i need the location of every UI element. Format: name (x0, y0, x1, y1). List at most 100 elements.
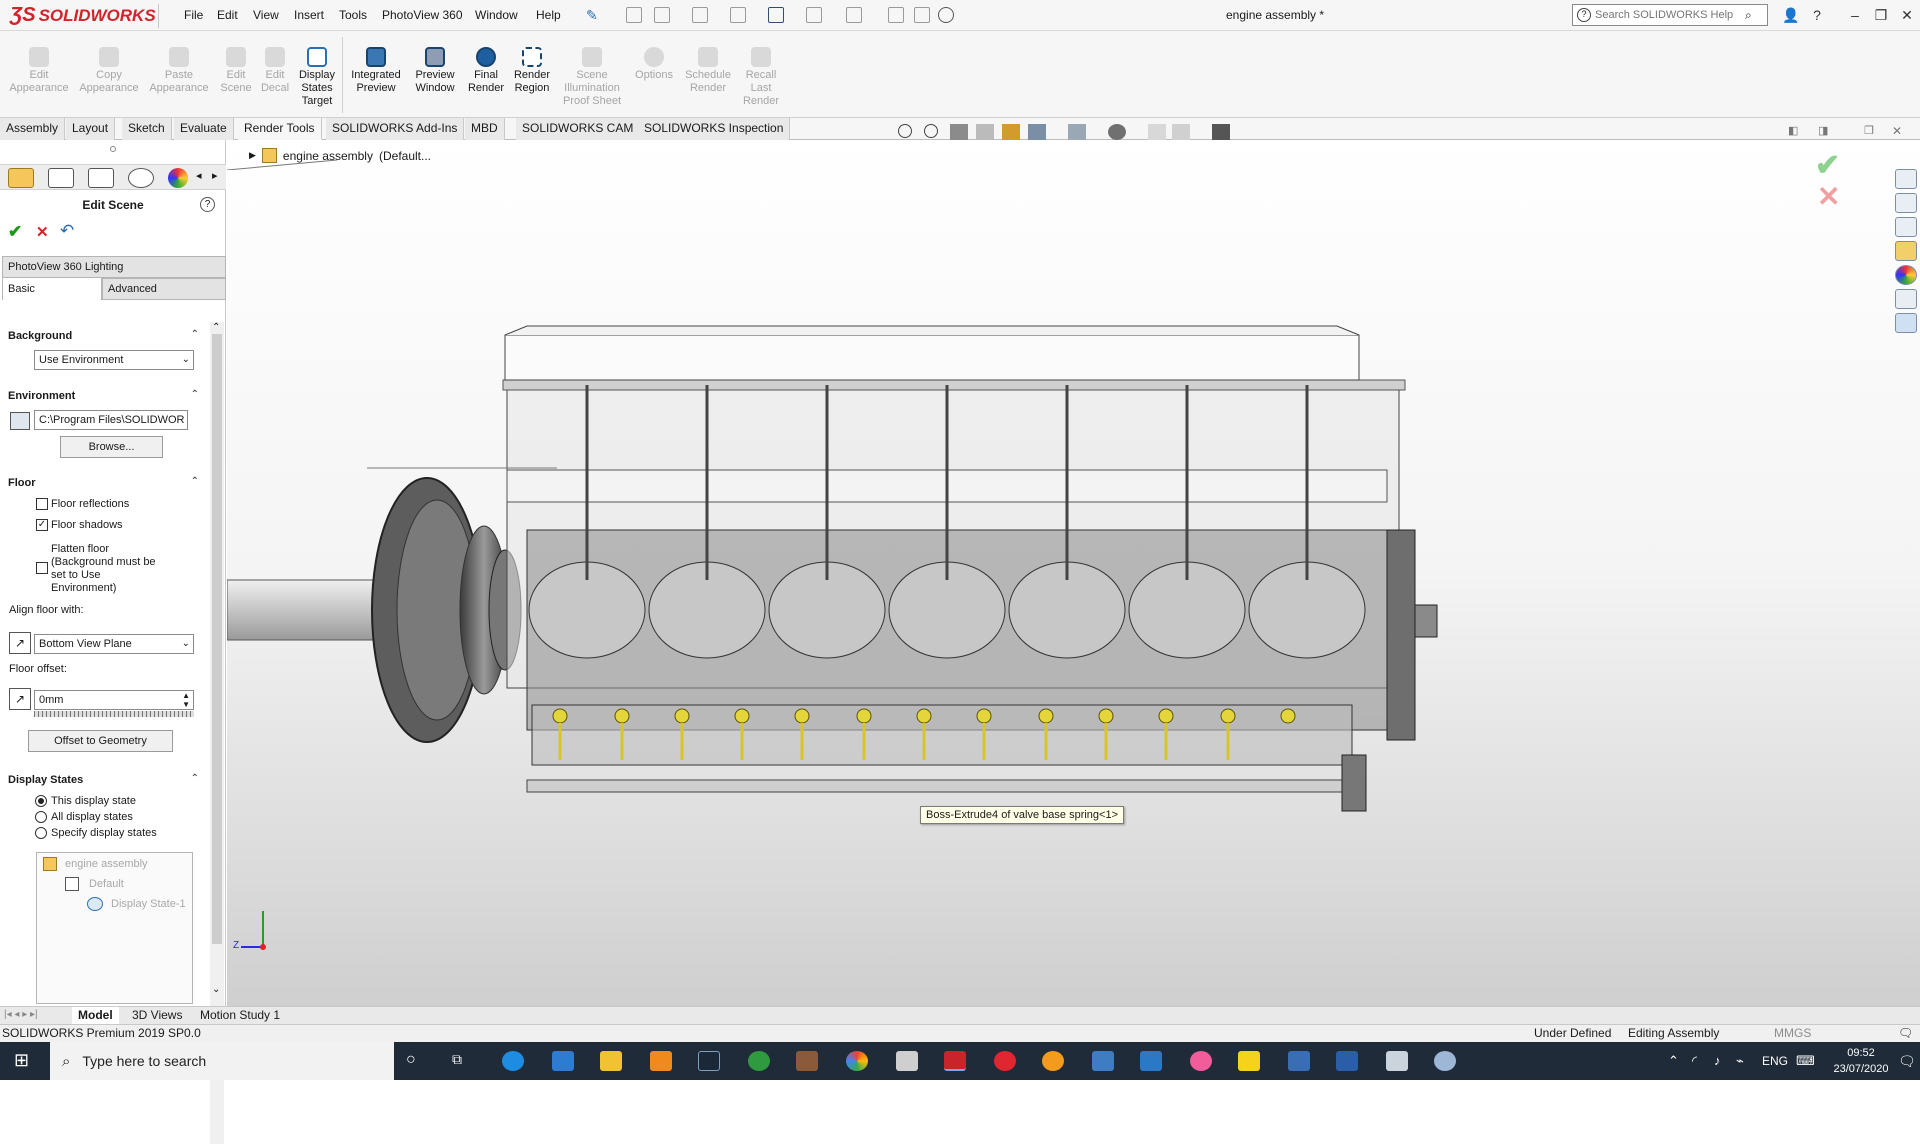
schedule-render-button[interactable]: Schedule Render (680, 47, 736, 95)
pin-icon[interactable]: ✎ (586, 0, 598, 31)
collapse-environment-icon[interactable]: ⌃ (191, 389, 199, 400)
offset-direction-icon[interactable]: ↗ (9, 688, 31, 710)
collapse-background-icon[interactable]: ⌃ (191, 329, 199, 340)
network-icon[interactable]: ⌁ (1736, 1042, 1744, 1080)
edit-scene-button[interactable]: Edit Scene (216, 47, 256, 95)
display-states-target-button[interactable]: Display States Target (294, 47, 340, 108)
home-icon[interactable] (626, 7, 642, 23)
photos-icon[interactable] (1336, 1051, 1358, 1071)
itunes-icon[interactable] (1190, 1051, 1212, 1071)
file-explorer-taskbar-icon[interactable] (600, 1051, 622, 1071)
previous-view-icon[interactable] (950, 124, 968, 140)
search-icon[interactable]: ⌕ (1745, 8, 1752, 23)
edit-appearance-hud-icon[interactable] (1148, 124, 1166, 140)
tab-scroll-arrows-icon[interactable]: |◂ ◂ ▸ ▸| (4, 1009, 38, 1020)
task-view-icon[interactable]: ⧉ (452, 1051, 462, 1068)
display-manager-tab-icon[interactable] (168, 168, 188, 188)
tab-assembly[interactable]: Assembly (0, 118, 66, 140)
status-units[interactable]: MMGS (1774, 1025, 1811, 1042)
property-manager-tab-icon[interactable] (48, 168, 74, 188)
search-input[interactable] (1595, 9, 1745, 21)
tray-expand-icon[interactable]: ⌃ (1668, 1042, 1679, 1080)
offset-thumbwheel[interactable] (34, 711, 194, 717)
scroll-up-icon[interactable]: ⌃ (212, 322, 220, 333)
scrollbar-thumb[interactable] (212, 334, 222, 944)
remote-desktop-icon[interactable] (1386, 1051, 1408, 1071)
game-launcher-icon[interactable] (796, 1051, 818, 1071)
tab-sketch[interactable]: Sketch (122, 118, 172, 140)
dynamic-annotation-icon[interactable] (1002, 124, 1020, 140)
menu-insert[interactable]: Insert (294, 0, 324, 31)
menu-edit[interactable]: Edit (217, 0, 238, 31)
offset-to-geometry-button[interactable]: Offset to Geometry (28, 730, 173, 752)
floor-offset-input[interactable]: 0mm ▲ ▼ (34, 690, 194, 710)
tab-basic[interactable]: Basic (2, 278, 102, 300)
menu-help[interactable]: Help (536, 0, 561, 31)
background-select[interactable]: Use Environment ⌄ (34, 350, 194, 370)
steam-icon[interactable] (698, 1051, 720, 1071)
tab-3d-views[interactable]: 3D Views (126, 1007, 188, 1025)
tabs-scroll-left-icon[interactable]: ◂ (196, 169, 202, 182)
solidworks-logo[interactable]: ƷS SOLIDWORKS (10, 2, 156, 29)
windows-start-icon[interactable]: ⊞ (14, 1050, 29, 1071)
volume-icon[interactable]: ♪ (1714, 1042, 1721, 1080)
notifications-icon[interactable]: 🗨 (1898, 1042, 1916, 1080)
globe-app-icon[interactable] (1042, 1051, 1064, 1071)
options-button[interactable]: Options (630, 47, 678, 82)
status-comment-icon[interactable]: 🗨 (1898, 1025, 1913, 1042)
tile-right-icon[interactable]: ◨ (1818, 124, 1828, 137)
cortana-icon[interactable]: ○ (406, 1051, 416, 1069)
tile-left-icon[interactable]: ◧ (1788, 124, 1798, 137)
undo-icon[interactable] (806, 7, 822, 23)
tab-motion-study-1[interactable]: Motion Study 1 (194, 1007, 286, 1025)
save-icon[interactable] (730, 7, 746, 23)
zoom-to-area-icon[interactable] (924, 124, 938, 138)
menu-photoview360[interactable]: PhotoView 360 (382, 0, 463, 31)
environment-path-field[interactable]: C:\Program Files\SOLIDWOR (34, 410, 188, 430)
select-icon[interactable] (846, 7, 862, 23)
tabs-scroll-right-icon[interactable]: ▸ (212, 169, 218, 182)
spin-arrows-icon[interactable]: ▲ ▼ (182, 691, 190, 709)
all-display-states-radio[interactable] (35, 811, 47, 823)
undo-arrow-icon[interactable]: ↶ (60, 221, 74, 241)
menu-tools[interactable]: Tools (339, 0, 367, 31)
recall-last-render-button[interactable]: Recall Last Render (738, 47, 784, 108)
clock[interactable]: 09:52 23/07/2020 (1830, 1045, 1892, 1077)
restore-icon[interactable]: ❐ (1868, 0, 1894, 31)
new-document-icon[interactable] (654, 7, 670, 23)
solidworks-resources-icon[interactable] (1895, 169, 1917, 189)
floor-reflections-checkbox[interactable] (36, 498, 48, 510)
minimize-icon[interactable]: – (1842, 0, 1868, 31)
tab-render-tools[interactable]: Render Tools (238, 118, 322, 140)
solidworks-forum-icon[interactable] (1895, 313, 1917, 333)
tab-evaluate[interactable]: Evaluate (174, 118, 234, 140)
final-render-button[interactable]: Final Render (462, 47, 510, 95)
paste-appearance-button[interactable]: Paste Appearance (148, 47, 210, 95)
tab-mbd[interactable]: MBD (465, 118, 505, 140)
view-palette-icon[interactable] (1895, 241, 1917, 261)
feature-manager-tab-icon[interactable] (8, 168, 34, 188)
sourcetree-icon[interactable] (1140, 1051, 1162, 1071)
edit-appearance-button[interactable]: Edit Appearance (8, 47, 70, 95)
integrated-preview-button[interactable]: Integrated Preview (344, 47, 408, 95)
help-icon[interactable]: ? (1804, 0, 1830, 31)
appearances-scenes-decals-icon[interactable] (1895, 265, 1917, 285)
tab-solidworks-cam[interactable]: SOLIDWORKS CAM (516, 118, 641, 140)
tab-model[interactable]: Model (72, 1007, 119, 1025)
flatten-floor-checkbox[interactable] (36, 562, 48, 574)
tab-layout[interactable]: Layout (66, 118, 116, 140)
sticky-notes-icon[interactable] (1238, 1051, 1260, 1071)
configuration-manager-tab-icon[interactable] (88, 168, 114, 188)
wifi-icon[interactable]: ◜ (1692, 1042, 1697, 1080)
menu-file[interactable]: File (184, 0, 203, 31)
floor-shadows-checkbox[interactable]: ✓ (36, 519, 48, 531)
input-method-icon[interactable]: ⌨ (1796, 1042, 1815, 1080)
taskbar-search-box[interactable]: ⌕ Type here to search (50, 1042, 394, 1080)
calendar-app-icon[interactable] (552, 1051, 574, 1071)
view-settings-icon[interactable] (1212, 124, 1230, 140)
edge-browser-icon[interactable] (502, 1051, 524, 1071)
solidworks-2019-taskbar-icon[interactable] (944, 1051, 966, 1071)
vlc-icon[interactable] (650, 1051, 672, 1071)
engine-model[interactable] (227, 140, 1920, 1006)
options-gear-icon[interactable] (938, 7, 954, 23)
